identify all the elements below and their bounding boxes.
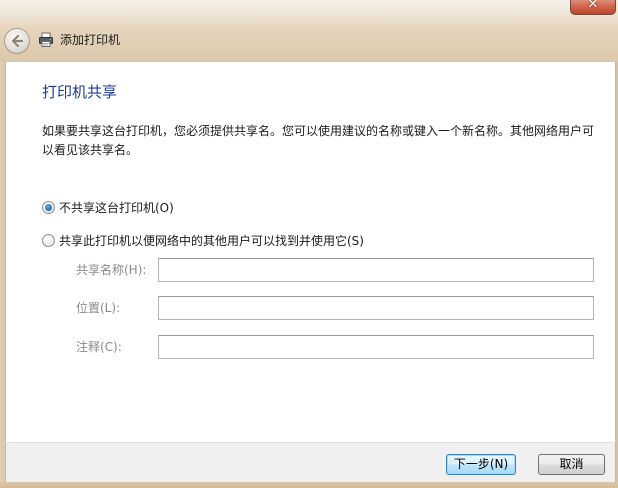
location-label: 位置(L): <box>76 301 121 315</box>
page-description: 如果要共享这台打印机，您必须提供共享名。您可以使用建议的名称或键入一个新名称。其… <box>42 124 595 157</box>
title-bar <box>0 0 618 62</box>
share-label: 共享此打印机以便网络中的其他用户可以找到并使用它(S) <box>59 234 364 248</box>
back-arrow-icon <box>11 34 24 48</box>
add-printer-window: ✕ 添加打印机 打印机共享 如果要共享这台打印机，您必须提供共享名。您可以使用建… <box>0 0 618 488</box>
no-share-label: 不共享这台打印机(O) <box>59 201 174 215</box>
printer-icon <box>39 32 53 47</box>
share-option[interactable]: 共享此打印机以便网络中的其他用户可以找到并使用它(S) <box>42 233 364 249</box>
close-button[interactable]: ✕ <box>570 0 616 15</box>
window-title: 添加打印机 <box>60 33 121 47</box>
no-share-option[interactable]: 不共享这台打印机(O) <box>42 200 174 216</box>
share-radio[interactable] <box>42 234 55 247</box>
share-name-label: 共享名称(H): <box>76 263 147 277</box>
no-share-radio[interactable] <box>42 201 55 214</box>
next-button[interactable]: 下一步(N) <box>446 454 516 475</box>
share-name-input[interactable] <box>158 258 594 282</box>
comment-input[interactable] <box>158 335 594 359</box>
wizard-footer: 下一步(N) 取消 <box>5 442 616 483</box>
comment-label: 注释(C): <box>76 340 122 354</box>
wizard-content: 打印机共享 如果要共享这台打印机，您必须提供共享名。您可以使用建议的名称或键入一… <box>5 62 616 442</box>
location-input[interactable] <box>158 296 594 320</box>
window-frame-bottom <box>0 482 618 488</box>
cancel-button[interactable]: 取消 <box>538 454 605 475</box>
page-heading: 打印机共享 <box>42 83 118 101</box>
close-icon: ✕ <box>587 0 599 12</box>
back-button[interactable] <box>4 28 30 54</box>
